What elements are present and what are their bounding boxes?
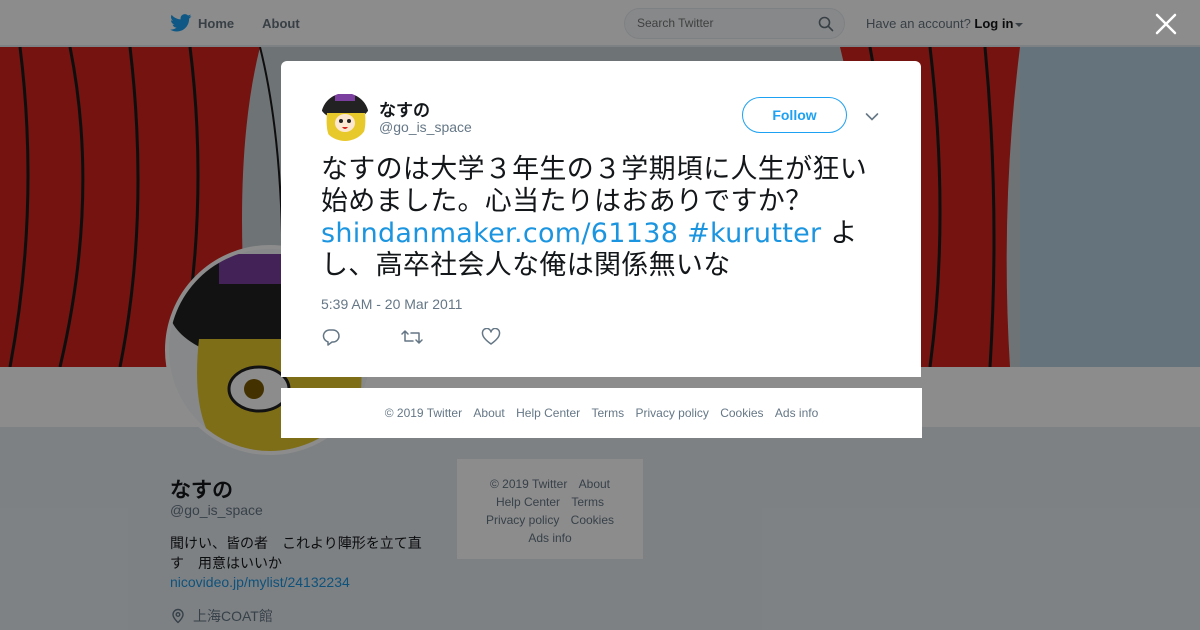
reply-button[interactable] [321,327,401,347]
tweet-timestamp[interactable]: 5:39 AM - 20 Mar 2011 [321,296,462,312]
footer-about[interactable]: About [473,406,504,420]
tweet-text: なすのは大学３年生の３学期頃に人生が狂い始めました。心当たりはおありですか？ s… [321,154,886,282]
follow-button[interactable]: Follow [742,97,847,133]
tweet-author-name[interactable]: なすの [379,96,430,121]
footer-cookies[interactable]: Cookies [720,406,763,420]
retweet-icon [401,330,423,344]
footer-terms[interactable]: Terms [591,406,624,420]
tweet-text-main: なすのは大学３年生の３学期頃に人生が狂い始めました。心当たりはおありですか？ [321,154,867,217]
retweet-button[interactable] [401,327,481,347]
tweet-modal: なすの @go_is_space Follow なすのは大学３年生の３学期頃に人… [281,61,921,377]
tweet-author-avatar[interactable] [321,93,369,141]
footer-help-center[interactable]: Help Center [516,406,580,420]
footer-ads-info[interactable]: Ads info [775,406,818,420]
tweet-actions [321,327,561,347]
reply-icon [322,329,340,346]
tweet-link[interactable]: shindanmaker.com/61138 [321,218,678,249]
avatar-image [321,93,369,141]
like-button[interactable] [481,327,561,347]
footer-copyright[interactable]: © 2019 Twitter [385,406,462,420]
modal-footer: © 2019 Twitter About Help Center Terms P… [281,388,922,438]
chevron-down-icon[interactable] [865,109,879,127]
tweet-hashtag[interactable]: #kurutter [687,218,821,249]
close-icon [1155,13,1177,35]
close-button[interactable] [1154,12,1178,36]
tweet-author-handle[interactable]: @go_is_space [379,119,472,135]
heart-icon [481,328,501,345]
footer-privacy[interactable]: Privacy policy [636,406,709,420]
